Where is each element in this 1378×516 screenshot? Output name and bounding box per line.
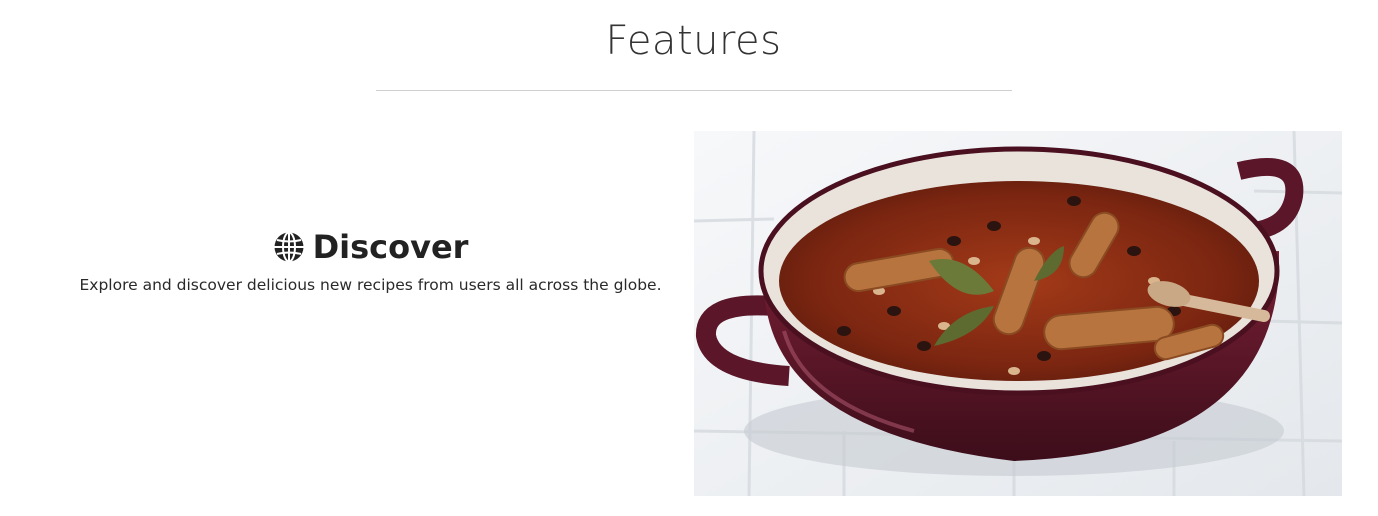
feature-description: Explore and discover delicious new recip…: [79, 276, 662, 294]
feature-heading-text: Discover: [312, 228, 469, 266]
title-divider: [376, 90, 1012, 91]
feature-heading: Discover: [273, 228, 469, 266]
recipe-image: [694, 131, 1342, 496]
stew-pot-illustration: [694, 131, 1342, 496]
feature-discover: Discover Explore and discover delicious …: [48, 228, 693, 294]
globe-icon: [274, 231, 304, 263]
section-title: Features: [605, 18, 782, 64]
